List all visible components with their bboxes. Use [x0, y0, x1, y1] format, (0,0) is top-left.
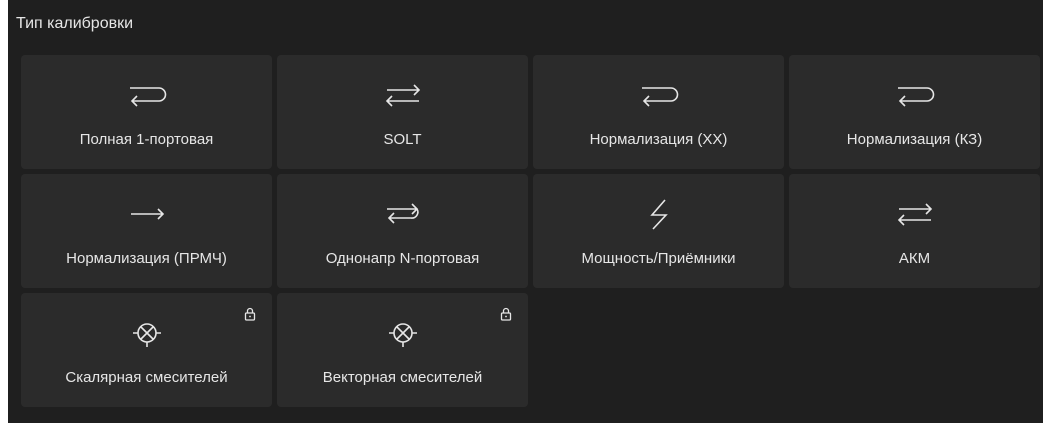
tile-scalar-mixer[interactable]: Скалярная смесителей [21, 293, 272, 407]
tile-label: Однонапр N-портовая [325, 250, 480, 267]
tile-akm[interactable]: АКМ [789, 174, 1040, 288]
mixer-icon [127, 317, 167, 349]
tile-label: Нормализация (КЗ) [846, 131, 983, 148]
calibration-type-grid: Полная 1-портовая SOLT Нормализация (XX)… [21, 55, 1040, 407]
tile-label: Нормализация (XX) [589, 131, 728, 148]
tile-label: Мощность/Приёмники [581, 250, 736, 267]
tile-one-path-n-port[interactable]: Однонапр N-портовая [277, 174, 528, 288]
reflect-arrow-icon [639, 79, 679, 111]
two-way-arrows-icon [895, 198, 935, 230]
calibration-type-panel: Тип калибровки Полная 1-портовая SOLT Но… [8, 0, 1043, 423]
reflect-arrow-icon [127, 79, 167, 111]
reflect-arrow-icon [895, 79, 935, 111]
two-way-arrows-icon [383, 79, 423, 111]
mixer-icon [383, 317, 423, 349]
tile-vector-mixer[interactable]: Векторная смесителей [277, 293, 528, 407]
tile-label: Скалярная смесителей [65, 369, 228, 386]
lightning-icon [639, 198, 679, 230]
tile-normalization-thru[interactable]: Нормализация (ПРМЧ) [21, 174, 272, 288]
one-path-arrows-icon [383, 198, 423, 230]
tile-normalization-open[interactable]: Нормализация (XX) [533, 55, 784, 169]
tile-label: SOLT [383, 131, 422, 148]
right-arrow-icon [127, 198, 167, 230]
tile-label: АКМ [898, 250, 931, 267]
tile-solt[interactable]: SOLT [277, 55, 528, 169]
tile-power-receivers[interactable]: Мощность/Приёмники [533, 174, 784, 288]
tile-normalization-short[interactable]: Нормализация (КЗ) [789, 55, 1040, 169]
lock-icon [244, 307, 256, 321]
tile-label: Векторная смесителей [322, 369, 483, 386]
lock-icon [500, 307, 512, 321]
tile-label: Полная 1-портовая [79, 131, 214, 148]
tile-full-1-port[interactable]: Полная 1-портовая [21, 55, 272, 169]
panel-title: Тип калибровки [16, 15, 134, 32]
tile-label: Нормализация (ПРМЧ) [66, 250, 227, 267]
